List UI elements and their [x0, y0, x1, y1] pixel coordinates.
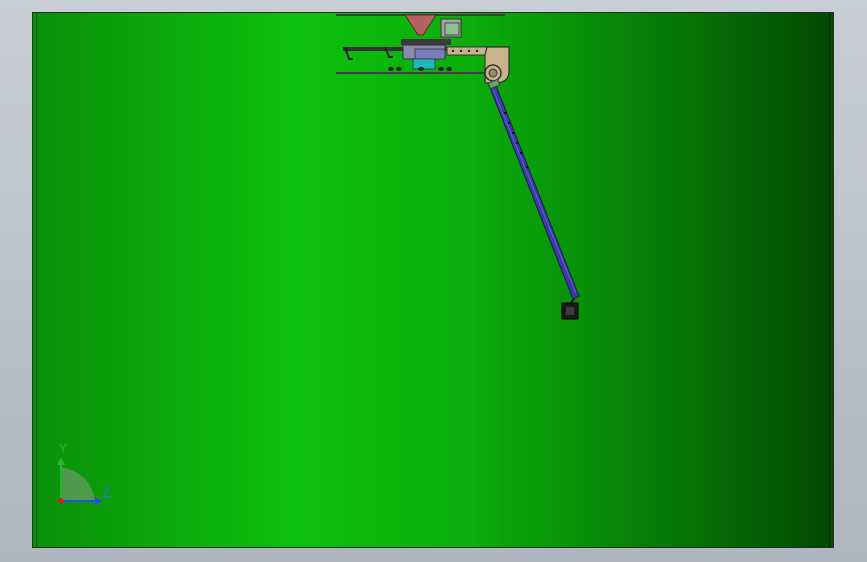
triad-z-arrow	[95, 497, 103, 505]
carriage-top	[401, 39, 451, 45]
mount-box-inner	[444, 22, 460, 36]
triad-y-arrow	[57, 457, 65, 465]
arm-highlight	[492, 88, 577, 294]
view-orientation-triad: Y Z	[47, 441, 127, 513]
triad-z-label: Z	[103, 486, 111, 500]
elbow-joint-inner	[488, 68, 498, 78]
triad-plane	[61, 467, 95, 501]
3d-model-view[interactable]	[33, 13, 834, 548]
mount-column	[404, 14, 437, 36]
cyan-mount	[412, 58, 436, 70]
elbow-bracket	[484, 46, 510, 84]
carriage-block	[414, 48, 446, 60]
triad-x-axis-dot	[58, 498, 64, 504]
end-effector-detail	[566, 307, 574, 315]
graphics-viewport[interactable]: Y Z	[32, 12, 834, 548]
triad-y-label: Y	[59, 441, 68, 455]
bolt-row	[388, 67, 452, 71]
